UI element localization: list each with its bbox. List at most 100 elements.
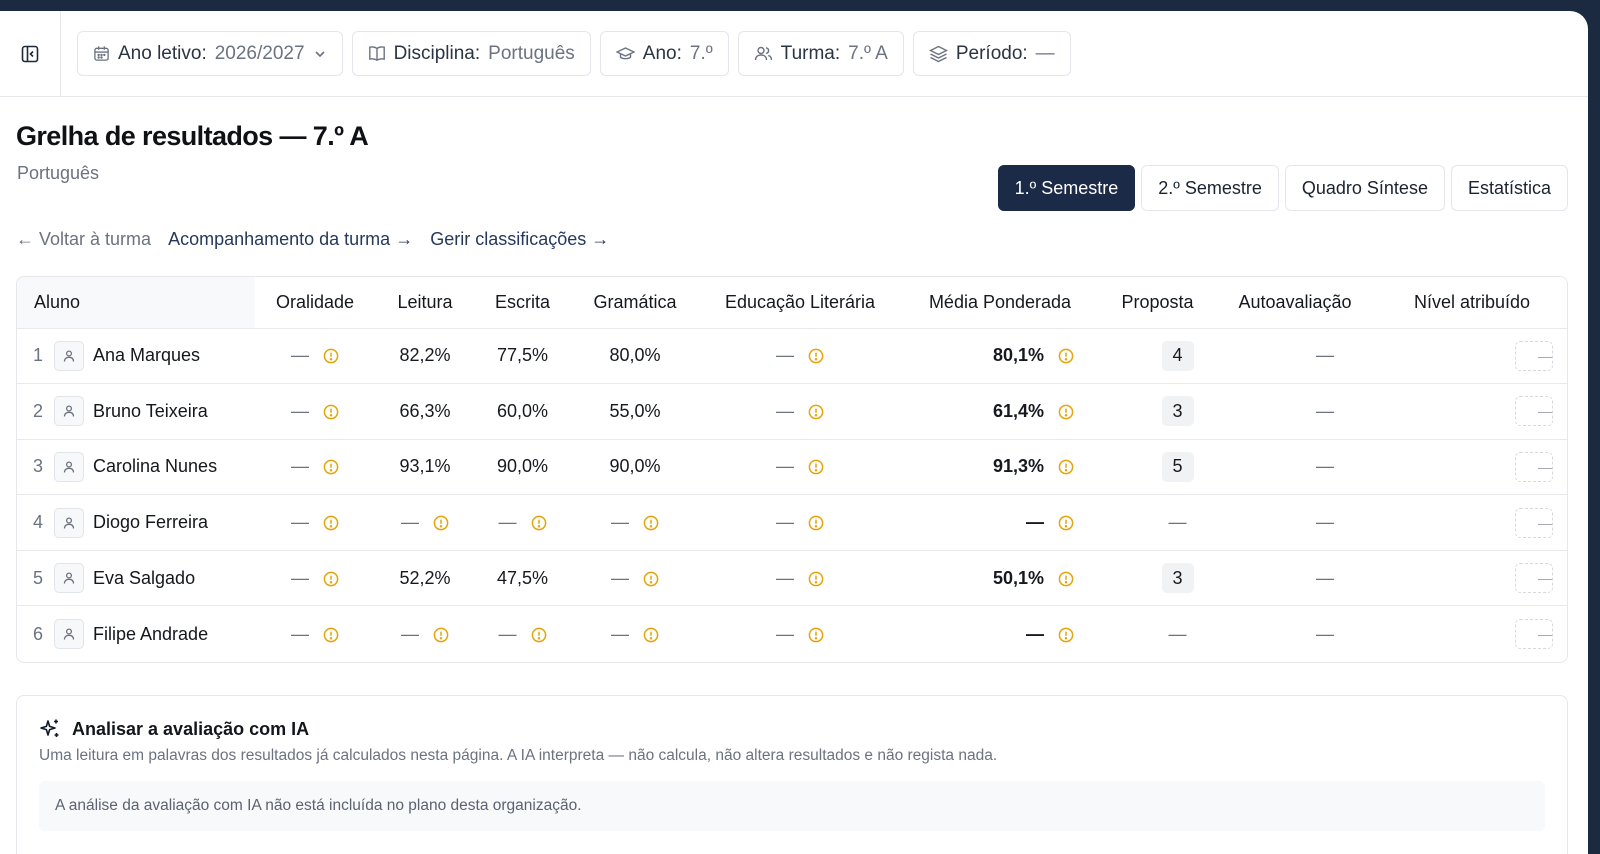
- warning-icon: [1058, 404, 1074, 420]
- weighted-average-cell: —: [900, 605, 1100, 662]
- educacao-cell: —: [700, 494, 900, 551]
- filter-label: Ano:: [642, 42, 682, 64]
- table-row[interactable]: 4 Diogo Ferreira — — — — — — — — —: [17, 494, 1567, 551]
- grade-value: —: [611, 512, 629, 533]
- student-name[interactable]: Filipe Andrade: [93, 624, 208, 645]
- assigned-level-input[interactable]: —: [1515, 619, 1553, 650]
- column-header: Educação Literária: [700, 277, 900, 328]
- student-cell[interactable]: 3 Carolina Nunes: [17, 438, 255, 495]
- assigned-level-input[interactable]: —: [1515, 451, 1553, 482]
- filter-subject[interactable]: Disciplina: Português: [351, 31, 591, 76]
- weighted-average-value: —: [1026, 512, 1044, 533]
- assigned-level-cell: —: [1375, 383, 1567, 440]
- warning-icon: [531, 627, 546, 642]
- grade-value: 55,0%: [609, 400, 661, 421]
- filter-school-year[interactable]: Ano letivo: 2026/2027: [77, 31, 343, 76]
- filter-class[interactable]: Turma: 7.º A: [737, 31, 904, 76]
- row-number: 4: [33, 512, 44, 533]
- table-row[interactable]: 6 Filipe Andrade — — — — — — — — —: [17, 605, 1567, 662]
- row-number: 1: [33, 345, 44, 366]
- ai-plan-notice: A análise da avaliação com IA não está i…: [39, 781, 1545, 831]
- warning-icon: [433, 627, 449, 642]
- assigned-level-input[interactable]: —: [1515, 340, 1553, 371]
- student-name[interactable]: Eva Salgado: [93, 568, 195, 589]
- leitura-cell: 82,2%: [375, 327, 475, 384]
- student-cell[interactable]: 2 Bruno Teixeira: [17, 383, 255, 440]
- leitura-cell: —: [375, 605, 475, 662]
- weighted-average-value: 80,1%: [992, 345, 1044, 366]
- weighted-average-value: 50,1%: [992, 567, 1044, 588]
- chevron-down-icon: [314, 50, 325, 57]
- grade-value: —: [776, 623, 794, 644]
- filter-period[interactable]: Período: —: [912, 31, 1071, 76]
- weighted-average-value: —: [1026, 623, 1044, 644]
- proposal-badge: 4: [1161, 340, 1194, 371]
- grade-value: —: [291, 567, 309, 588]
- student-cell[interactable]: 5 Eva Salgado: [17, 549, 255, 606]
- layers-icon: [928, 45, 948, 62]
- oralidade-cell: —: [255, 549, 375, 606]
- grade-value: —: [776, 512, 794, 533]
- gramatica-cell: 55,0%: [570, 383, 700, 440]
- manage-grades-link[interactable]: Gerir classificações →: [430, 229, 609, 250]
- escrita-cell: 47,5%: [475, 549, 570, 606]
- tab-summary[interactable]: Quadro Síntese: [1284, 165, 1445, 211]
- book-icon: [368, 46, 385, 62]
- tab-first-semester[interactable]: 1.º Semestre: [997, 165, 1136, 211]
- avatar: [54, 563, 84, 594]
- table-row[interactable]: 3 Carolina Nunes — 93,1% 90,0% 90,0% — 91,3% 5 — —: [17, 438, 1567, 495]
- self-assessment-cell: —: [1215, 549, 1375, 606]
- table-row[interactable]: 2 Bruno Teixeira — 66,3% 60,0% 55,0% — 61,4% 3 — —: [17, 383, 1567, 440]
- leitura-cell: 66,3%: [375, 383, 475, 440]
- self-assessment-value: —: [1316, 623, 1334, 644]
- self-assessment-cell: —: [1215, 438, 1375, 495]
- filter-value: 2026/2027: [214, 42, 305, 64]
- assigned-level-input[interactable]: —: [1515, 396, 1553, 427]
- user-icon: [63, 517, 75, 529]
- leitura-cell: 93,1%: [375, 438, 475, 495]
- table-row[interactable]: 1 Ana Marques — 82,2% 77,5% 80,0% — 80,1% 4 — —: [17, 327, 1567, 384]
- column-header: Gramática: [570, 277, 700, 328]
- educacao-cell: —: [700, 327, 900, 384]
- class-tracking-link[interactable]: Acompanhamento da turma →: [168, 229, 413, 250]
- student-name[interactable]: Diogo Ferreira: [93, 512, 208, 533]
- proposal-cell: 3: [1100, 549, 1215, 606]
- column-header: Oralidade: [255, 277, 375, 328]
- grade-value: —: [498, 623, 517, 644]
- student-name[interactable]: Bruno Teixeira: [93, 401, 208, 422]
- student-name[interactable]: Carolina Nunes: [93, 456, 217, 477]
- warning-icon: [323, 348, 339, 364]
- filter-value: 7.º A: [848, 42, 888, 64]
- grade-value: —: [401, 512, 419, 533]
- weighted-average-value: 91,3%: [992, 456, 1044, 477]
- assigned-level-input[interactable]: —: [1515, 563, 1553, 594]
- warning-icon: [1058, 515, 1074, 531]
- warning-icon: [1058, 627, 1074, 642]
- row-number: 5: [33, 567, 44, 588]
- table-row[interactable]: 5 Eva Salgado — 52,2% 47,5% — — 50,1% 3 — —: [17, 549, 1567, 606]
- column-header: Média Ponderada: [900, 277, 1100, 328]
- sidebar-toggle-button[interactable]: [0, 11, 61, 97]
- row-number: 3: [33, 456, 44, 477]
- student-cell[interactable]: 4 Diogo Ferreira: [17, 494, 255, 551]
- column-header: Proposta: [1100, 277, 1215, 328]
- gramatica-cell: 80,0%: [570, 327, 700, 384]
- tab-second-semester[interactable]: 2.º Semestre: [1141, 165, 1279, 211]
- educacao-cell: —: [700, 549, 900, 606]
- student-cell[interactable]: 6 Filipe Andrade: [17, 605, 255, 662]
- warning-icon: [808, 627, 824, 642]
- back-to-class-link[interactable]: ← Voltar à turma: [16, 229, 151, 250]
- warning-icon: [1058, 460, 1074, 475]
- grade-value: —: [498, 512, 517, 533]
- weighted-average-value: 61,4%: [992, 400, 1044, 421]
- assigned-level-cell: —: [1375, 438, 1567, 495]
- filter-grade[interactable]: Ano: 7.º: [599, 31, 729, 76]
- student-name[interactable]: Ana Marques: [93, 345, 200, 366]
- warning-icon: [323, 571, 339, 587]
- assigned-level-input[interactable]: —: [1515, 507, 1553, 538]
- leitura-cell: —: [375, 494, 475, 551]
- ai-panel-title: Analisar a avaliação com IA: [72, 718, 310, 739]
- student-cell[interactable]: 1 Ana Marques: [17, 327, 255, 384]
- tab-statistics[interactable]: Estatística: [1450, 165, 1568, 211]
- user-icon: [63, 572, 75, 584]
